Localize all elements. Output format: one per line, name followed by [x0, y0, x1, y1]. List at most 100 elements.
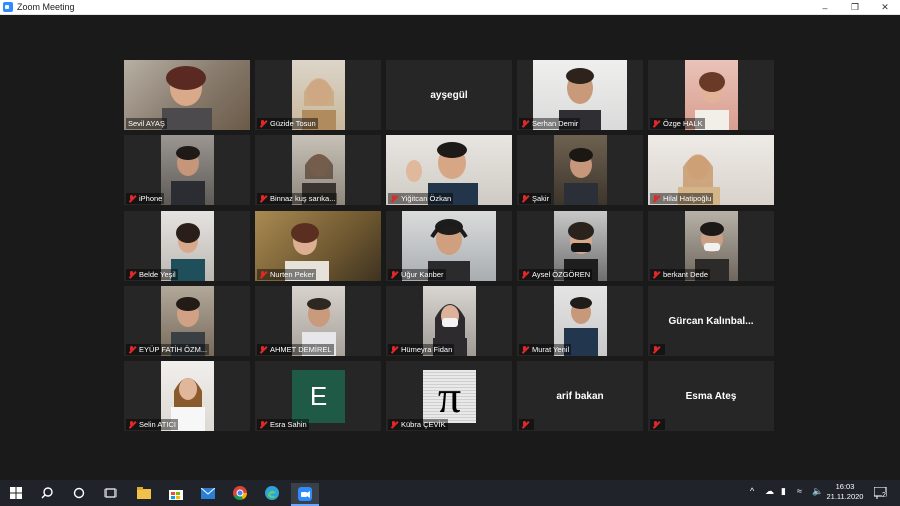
battery-icon[interactable]: ▮: [781, 486, 786, 497]
participant-tile[interactable]: Aysel ÖZGÖREN: [517, 211, 643, 281]
participant-name-label: iPhone: [126, 193, 165, 204]
participant-tile[interactable]: Nurten Peker: [255, 211, 381, 281]
muted-mic-icon: [128, 270, 136, 279]
muted-mic-icon: [521, 420, 529, 429]
muted-mic-icon: [259, 119, 267, 128]
window-title: Zoom Meeting: [17, 2, 75, 12]
clock-time: 16:03: [835, 482, 855, 491]
muted-mic-icon: [652, 420, 660, 429]
participant-name-label: Kübra ÇEVİK: [388, 419, 448, 430]
participant-tile[interactable]: Sevil AYAŞ: [124, 60, 250, 130]
participant-name-label: Güzide Tosun: [257, 118, 318, 129]
cortana-icon[interactable]: [69, 483, 89, 503]
participant-tile[interactable]: iPhone: [124, 135, 250, 205]
minimize-button[interactable]: –: [810, 0, 840, 15]
muted-mic-icon: [652, 194, 660, 203]
window-titlebar: Zoom Meeting – ❐ ✕: [0, 0, 900, 15]
muted-mic-icon: [521, 345, 529, 354]
muted-mic-icon: [259, 270, 267, 279]
participant-name-label: Uğur Kanber: [388, 269, 446, 280]
participant-tile[interactable]: Belde Yeşil: [124, 211, 250, 281]
person-silhouette: [564, 148, 598, 205]
participant-name-label: Sevil AYAŞ: [126, 118, 167, 129]
muted-mic-icon: [652, 345, 660, 354]
participant-tile[interactable]: Hilal Hatipoğlu: [648, 135, 774, 205]
muted-mic-icon: [521, 270, 529, 279]
system-clock[interactable]: 16:03 21.11.2020: [826, 482, 864, 502]
participant-tile[interactable]: ayşegül: [386, 60, 512, 130]
muted-mic-icon: [521, 194, 529, 203]
participant-name-label: EYÜP FATİH ÖZM...: [126, 344, 210, 355]
wifi-icon[interactable]: ≈: [797, 486, 802, 496]
participant-tile[interactable]: Güzide Tosun: [255, 60, 381, 130]
close-button[interactable]: ✕: [870, 0, 900, 15]
participant-tile[interactable]: π Kübra ÇEVİK: [386, 361, 512, 431]
muted-mic-icon: [652, 270, 660, 279]
chrome-icon[interactable]: [230, 483, 250, 503]
cloud-icon[interactable]: ☁: [765, 486, 774, 497]
participant-name-display: Gürcan Kalınbal...: [668, 315, 754, 327]
participant-tile[interactable]: EYÜP FATİH ÖZM...: [124, 286, 250, 356]
muted-mic-icon: [390, 345, 398, 354]
task-view-icon[interactable]: [100, 483, 120, 503]
participant-name-display: ayşegül: [430, 89, 468, 101]
participant-tile[interactable]: Yiğitcan Özkan: [386, 135, 512, 205]
participant-name-label: Aysel ÖZGÖREN: [519, 269, 593, 280]
muted-mic-icon: [259, 194, 267, 203]
person-silhouette: [171, 146, 205, 205]
muted-mic-icon: [259, 420, 267, 429]
muted-mic-icon: [652, 119, 660, 128]
participant-tile[interactable]: arif bakan: [517, 361, 643, 431]
windows-start-icon[interactable]: [6, 483, 26, 503]
participant-tile[interactable]: Hümeyra Fidan: [386, 286, 512, 356]
participant-name-label: Hümeyra Fidan: [388, 344, 455, 355]
participant-name-label: Esra Sahin: [257, 419, 309, 430]
zoom-taskbar-icon[interactable]: [291, 483, 319, 506]
muted-mic-icon: [128, 345, 136, 354]
participant-tile[interactable]: berkant Dede: [648, 211, 774, 281]
muted-mic-icon: [128, 194, 136, 203]
participant-tile[interactable]: Esma Ateş: [648, 361, 774, 431]
participant-name-label: Murat Yenil: [519, 344, 572, 355]
edge-icon[interactable]: [262, 483, 282, 503]
participant-tile[interactable]: Murat Yenil: [517, 286, 643, 356]
participant-tile[interactable]: Binnaz kuş sarıka...: [255, 135, 381, 205]
participant-tile[interactable]: Uğur Kanber: [386, 211, 512, 281]
muted-mic-icon: [521, 119, 529, 128]
file-explorer-icon[interactable]: [134, 483, 154, 503]
participant-tile[interactable]: Özge HALK: [648, 60, 774, 130]
participant-name-label: Binnaz kuş sarıka...: [257, 193, 338, 204]
muted-mic-icon: [390, 270, 398, 279]
participant-name-label: Şakir: [519, 193, 552, 204]
participant-name-label: Yiğitcan Özkan: [388, 193, 454, 204]
muted-mic-icon: [390, 420, 398, 429]
search-icon[interactable]: [37, 483, 57, 503]
notification-center-icon[interactable]: 2: [872, 484, 890, 502]
participant-name-display: Esma Ateş: [685, 390, 737, 402]
zoom-app-icon: [3, 2, 13, 12]
muted-mic-icon: [390, 194, 398, 203]
store-icon[interactable]: [166, 483, 186, 503]
mail-icon[interactable]: [198, 483, 218, 503]
notification-count: 2: [882, 492, 886, 499]
avatar: π: [423, 370, 476, 423]
participant-video: [161, 135, 214, 205]
volume-icon[interactable]: 🔈: [812, 486, 823, 497]
participant-name-label: Belde Yeşil: [126, 269, 178, 280]
participant-name-label: Selin ATICI: [126, 419, 178, 430]
chevron-up-icon[interactable]: ^: [750, 486, 754, 496]
participant-tile[interactable]: E Esra Sahin: [255, 361, 381, 431]
participant-name-label: Hilal Hatipoğlu: [650, 193, 714, 204]
participant-name-label: [519, 419, 534, 430]
taskbar: ^ ☁ ▮ ≈ 🔈 16:03 21.11.2020 2: [0, 480, 900, 506]
muted-mic-icon: [128, 420, 136, 429]
participant-tile[interactable]: Şakir: [517, 135, 643, 205]
participant-tile[interactable]: Gürcan Kalınbal...: [648, 286, 774, 356]
maximize-button[interactable]: ❐: [840, 0, 870, 15]
participant-tile[interactable]: Serhan Demir: [517, 60, 643, 130]
participant-video: [554, 135, 607, 205]
participant-tile[interactable]: AHMET DEMİREL: [255, 286, 381, 356]
avatar: E: [292, 370, 345, 423]
gallery-view: Sevil AYAŞ Güzide Tosun ayşegül Serhan D…: [0, 15, 900, 480]
participant-tile[interactable]: Selin ATICI: [124, 361, 250, 431]
